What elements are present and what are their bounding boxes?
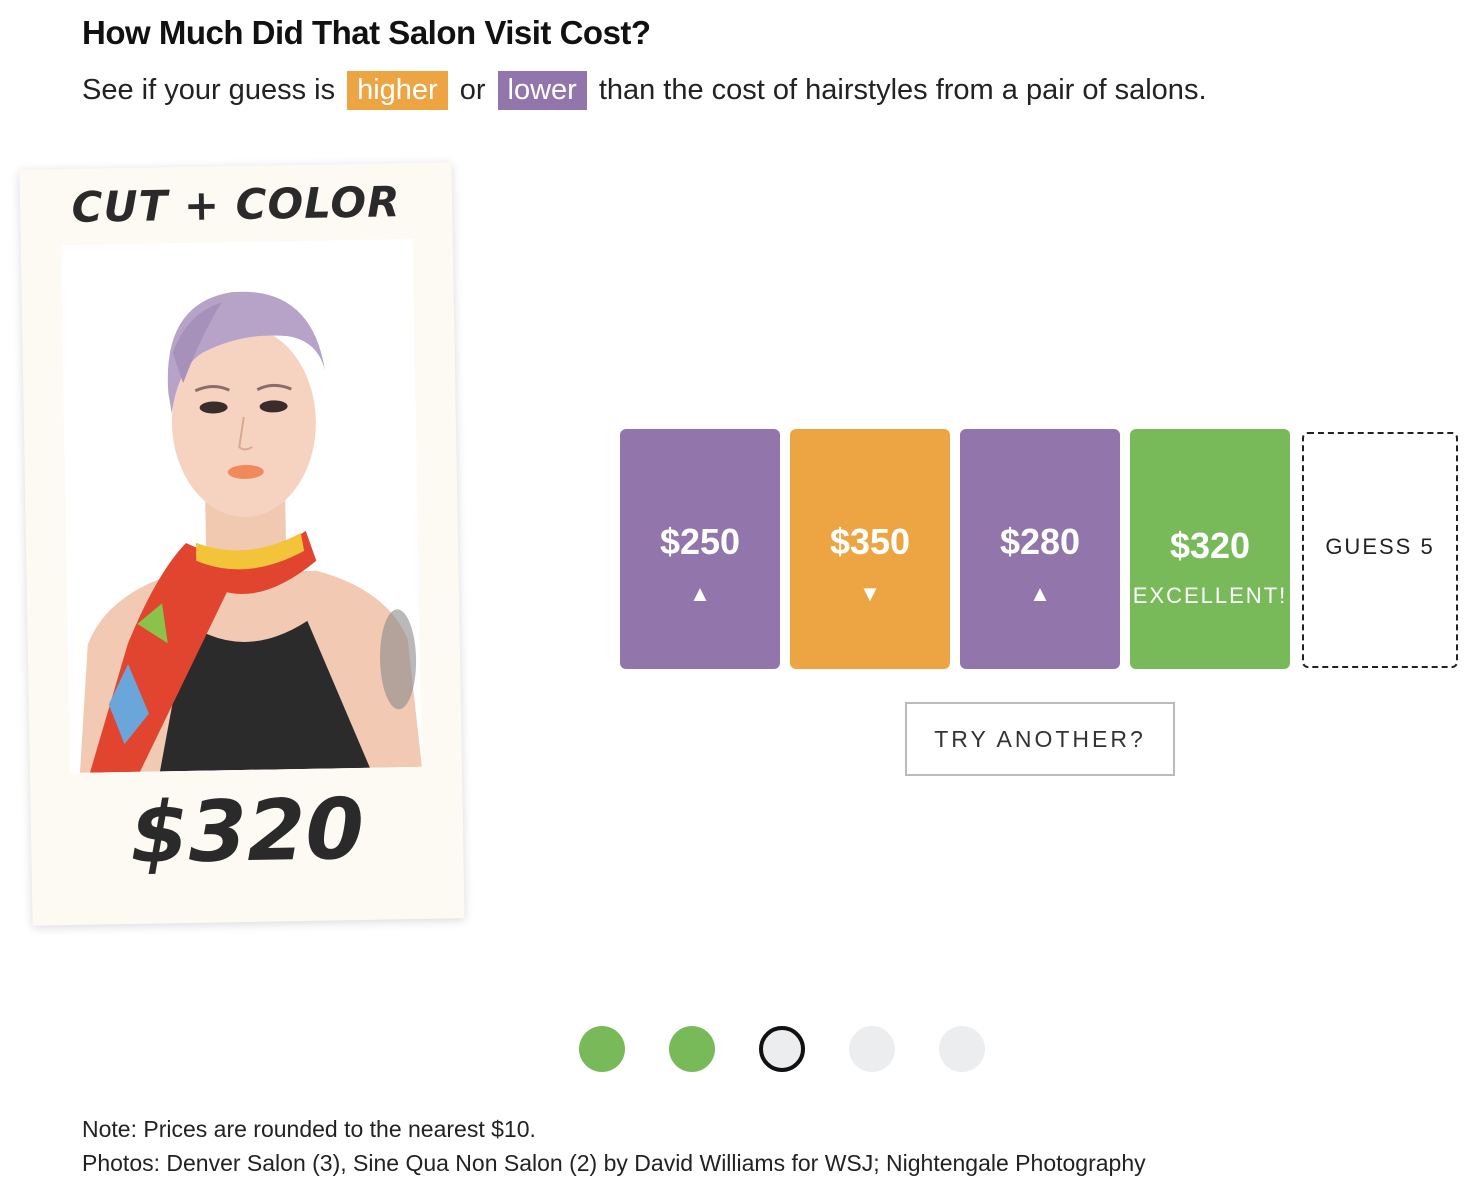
progress-dot-2-complete[interactable] <box>669 1026 715 1072</box>
lower-tag: lower <box>497 70 587 110</box>
guess-amount: $320 <box>1169 525 1251 566</box>
guess-card-3: $280 ▲ <box>960 429 1120 669</box>
verdict-label: EXCELLENT! <box>1132 583 1288 608</box>
guess-card-1: $250 ▲ <box>620 429 780 669</box>
progress-dot-5[interactable] <box>939 1026 985 1072</box>
hairstyle-card: CUT + COLOR $320 <box>19 162 465 926</box>
guess-amount: $280 <box>999 521 1081 562</box>
higher-tag: higher <box>347 70 448 110</box>
progress-dot-3-current[interactable] <box>759 1026 805 1072</box>
progress-dot-4[interactable] <box>849 1026 895 1072</box>
subtitle-intro: See if your guess is <box>82 73 336 106</box>
try-another-button[interactable]: TRY ANOTHER? <box>905 702 1175 776</box>
guess-card-2: $350 ▼ <box>790 429 950 669</box>
model-portrait-illustration <box>79 291 422 773</box>
progress-dot-1-complete[interactable] <box>579 1026 625 1072</box>
page-title: How Much Did That Salon Visit Cost? <box>82 14 651 51</box>
subtitle-outro: than the cost of hairstyles from a pair … <box>598 73 1207 106</box>
guess-card-4-correct: $320 EXCELLENT! <box>1130 429 1290 669</box>
arrow-up-icon: ▲ <box>1029 581 1051 606</box>
price-note: Note: Prices are rounded to the nearest … <box>82 1116 536 1142</box>
service-label: CUT + COLOR <box>71 177 401 232</box>
arrow-down-icon: ▼ <box>859 581 881 606</box>
subtitle-or: or <box>459 73 486 106</box>
subtitle: See if your guess is higher or lower tha… <box>82 68 1207 112</box>
arrow-up-icon: ▲ <box>689 581 711 606</box>
guess-slot-label: GUESS 5 <box>1325 534 1435 559</box>
guess-amount: $250 <box>659 521 741 562</box>
actual-price: $320 <box>129 779 365 882</box>
hairstyle-photo <box>60 238 422 774</box>
guess-slot-5: GUESS 5 <box>1302 432 1458 668</box>
guess-amount: $350 <box>829 521 911 562</box>
photo-credits: Photos: Denver Salon (3), Sine Qua Non S… <box>82 1150 1146 1176</box>
